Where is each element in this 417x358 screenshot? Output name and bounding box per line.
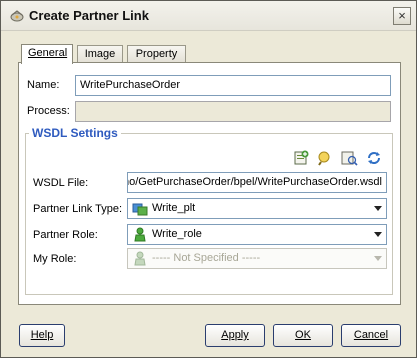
wsdl-file-input[interactable]: no/GetPurchaseOrder/bpel/WritePurchaseOr… [127, 172, 387, 193]
service-explorer-icon[interactable] [340, 149, 358, 167]
dialog-title: Create Partner Link [29, 8, 149, 23]
cancel-button[interactable]: Cancel [341, 324, 401, 347]
title-bar[interactable]: Create Partner Link × [1, 1, 416, 31]
refresh-icon[interactable] [365, 149, 383, 167]
partner-link-type-label: Partner Link Type: [33, 203, 123, 215]
browse-icon[interactable] [315, 149, 333, 167]
partner-role-icon [134, 227, 146, 242]
create-partner-link-dialog: Create Partner Link × General Image Prop… [0, 0, 417, 358]
partner-role-select[interactable]: Write_role [127, 224, 387, 245]
tab-general-label: General [28, 47, 68, 59]
my-role-icon [134, 251, 146, 266]
apply-button[interactable]: Apply [205, 324, 265, 347]
partner-link-icon [10, 10, 24, 22]
my-role-value: ----- Not Specified ----- [152, 252, 261, 264]
tab-property[interactable]: Property [127, 45, 186, 63]
partner-role-label: Partner Role: [33, 229, 98, 241]
apply-button-label: Apply [221, 329, 249, 341]
partner-link-type-value: Write_plt [152, 202, 196, 214]
tab-image-label: Image [84, 48, 116, 60]
ok-button-label: OK [295, 329, 311, 341]
wsdl-file-input-value: no/GetPurchaseOrder/bpel/WritePurchaseOr… [127, 176, 382, 188]
close-icon: × [398, 8, 406, 23]
name-input[interactable]: WritePurchaseOrder [75, 75, 391, 96]
chevron-down-icon [374, 206, 382, 211]
ok-button[interactable]: OK [273, 324, 333, 347]
partner-link-type-select[interactable]: Write_plt [127, 198, 387, 219]
tab-general[interactable]: General [21, 44, 73, 64]
name-input-value: WritePurchaseOrder [80, 79, 181, 91]
tab-image[interactable]: Image [77, 45, 123, 63]
process-label: Process: [27, 105, 70, 117]
wsdl-settings-title: WSDL Settings [29, 126, 121, 140]
cancel-button-label: Cancel [353, 329, 389, 341]
add-wsdl-icon[interactable] [292, 149, 310, 167]
wsdl-file-label: WSDL File: [33, 177, 89, 189]
process-input [75, 101, 391, 122]
my-role-select: ----- Not Specified ----- [127, 248, 387, 269]
help-button-label: Help [30, 329, 54, 341]
tab-property-label: Property [135, 48, 178, 60]
chevron-down-icon [374, 232, 382, 237]
help-button[interactable]: Help [19, 324, 65, 347]
name-label: Name: [27, 79, 60, 91]
partner-link-type-icon [132, 203, 148, 216]
chevron-down-icon [374, 256, 382, 261]
partner-role-value: Write_role [152, 228, 202, 240]
close-button[interactable]: × [393, 7, 411, 25]
my-role-label: My Role: [33, 253, 77, 265]
